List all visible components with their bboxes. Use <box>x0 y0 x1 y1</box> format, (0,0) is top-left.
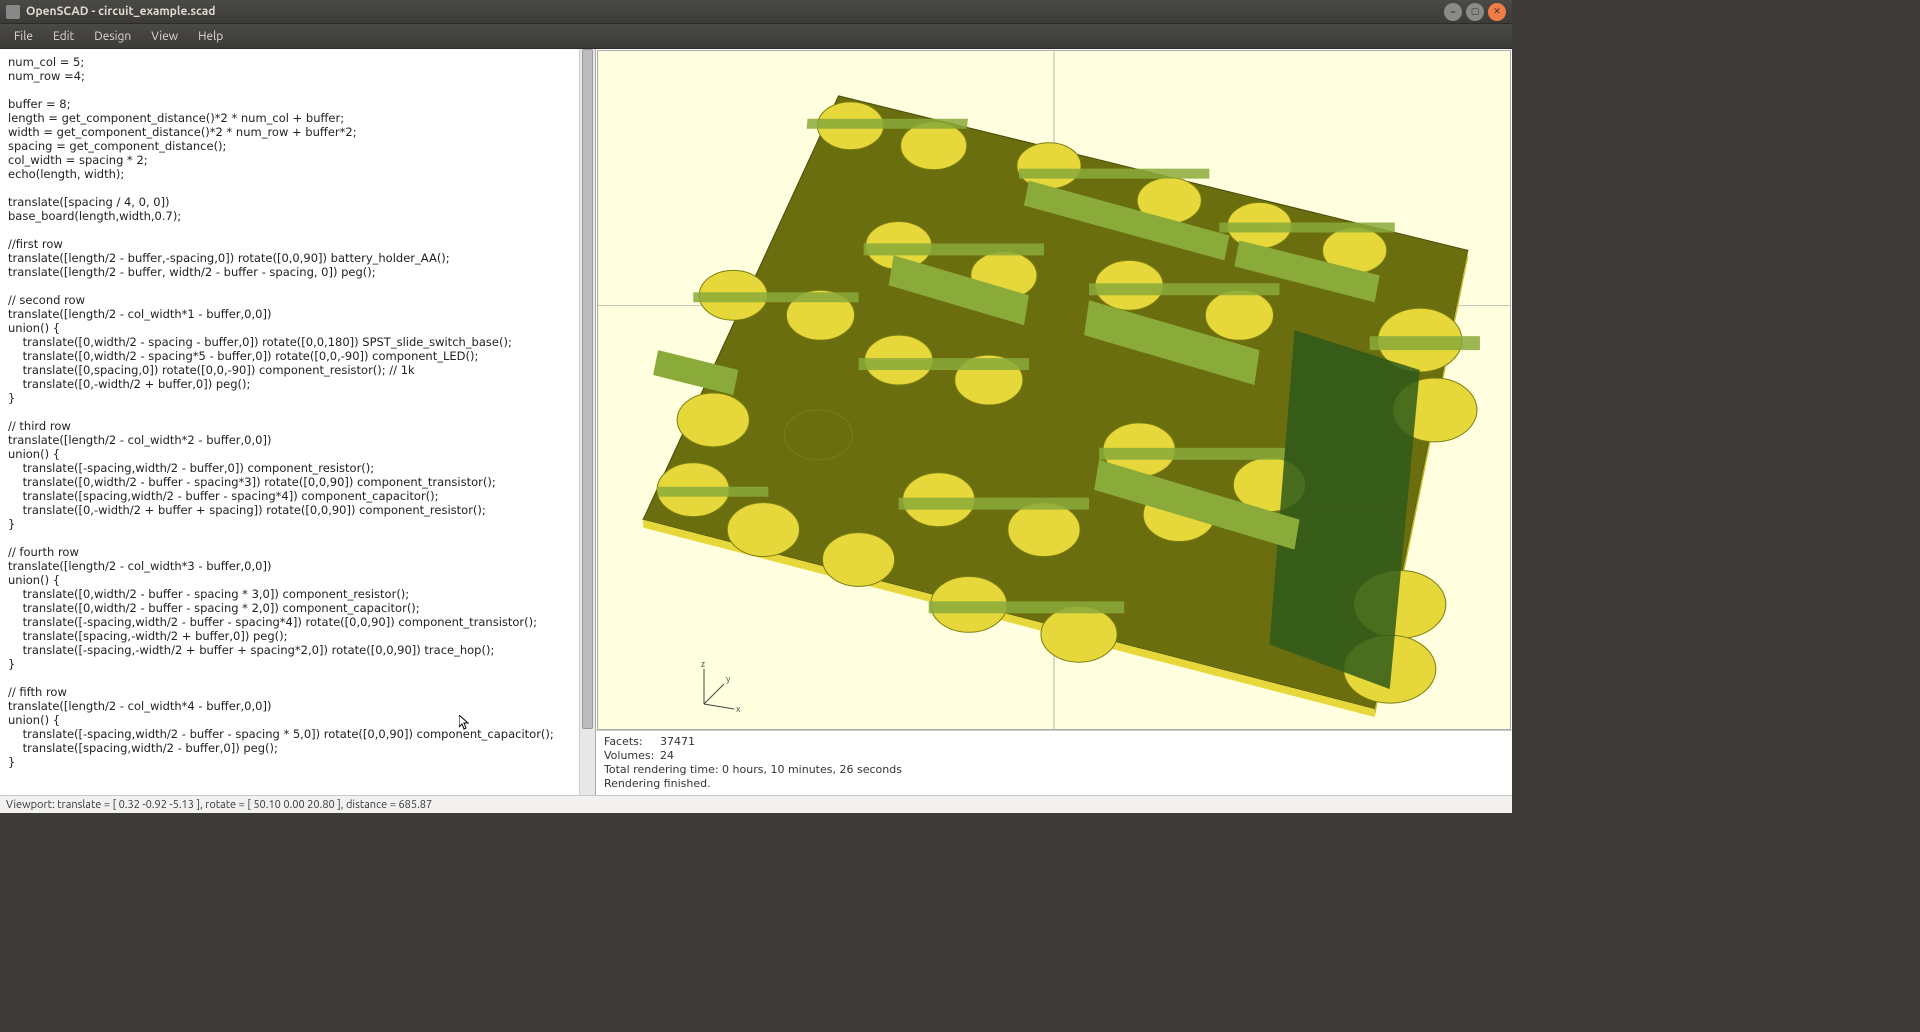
editor-scrollbar[interactable] <box>579 49 595 795</box>
svg-text:y: y <box>726 674 731 684</box>
render-info-panel: Facets: 37471 Volumes: 24 Total renderin… <box>596 730 1512 795</box>
titlebar: OpenSCAD - circuit_example.scad – ▢ ✕ <box>0 0 1512 24</box>
volumes-label: Volumes: <box>604 749 660 763</box>
menu-file[interactable]: File <box>4 27 43 46</box>
viewer-pane: z x y Facets: 37471 Volumes: 24 Total re… <box>596 49 1512 795</box>
volumes-value: 24 <box>660 749 674 763</box>
editor-scrollbar-thumb[interactable] <box>582 49 593 729</box>
viewport-status-text: Viewport: translate = [ 0.32 -0.92 -5.13… <box>6 799 432 811</box>
window-controls: – ▢ ✕ <box>1444 3 1506 21</box>
menu-edit[interactable]: Edit <box>43 27 84 46</box>
menubar: File Edit Design View Help <box>0 24 1512 49</box>
close-button[interactable]: ✕ <box>1488 3 1506 21</box>
render-finished-line: Rendering finished. <box>604 777 1504 791</box>
minimize-button[interactable]: – <box>1444 3 1462 21</box>
render-time-line: Total rendering time: 0 hours, 10 minute… <box>604 763 1504 777</box>
svg-text:z: z <box>701 659 705 669</box>
statusbar: Viewport: translate = [ 0.32 -0.92 -5.13… <box>0 795 1512 813</box>
maximize-button[interactable]: ▢ <box>1466 3 1484 21</box>
mouse-cursor-icon <box>459 715 467 727</box>
menu-design[interactable]: Design <box>84 27 141 46</box>
facets-value: 37471 <box>660 735 695 749</box>
menu-help[interactable]: Help <box>188 27 233 46</box>
content-area: num_col = 5; num_row =4; buffer = 8; len… <box>0 49 1512 795</box>
menu-view[interactable]: View <box>141 27 188 46</box>
facets-label: Facets: <box>604 735 660 749</box>
app-icon <box>6 5 20 19</box>
3d-viewport[interactable]: z x y <box>597 50 1511 730</box>
svg-text:x: x <box>736 704 741 714</box>
3d-render <box>598 51 1510 729</box>
window-title: OpenSCAD - circuit_example.scad <box>26 5 215 18</box>
code-editor[interactable]: num_col = 5; num_row =4; buffer = 8; len… <box>0 49 579 795</box>
code-editor-pane: num_col = 5; num_row =4; buffer = 8; len… <box>0 49 596 795</box>
axis-triad-icon: z x y <box>684 659 744 719</box>
